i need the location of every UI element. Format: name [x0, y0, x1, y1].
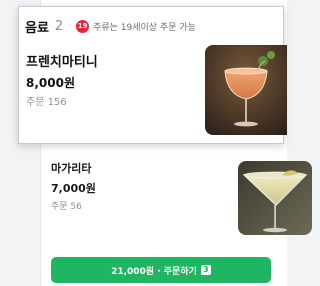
order-count-badge: 3 [200, 265, 211, 275]
french-martini-glass-icon [205, 45, 287, 135]
order-button[interactable]: 21,000원 · 주문하기 3 [51, 257, 271, 283]
item-name: 마가리타 [51, 162, 92, 175]
age-restriction-icon: 19 [76, 19, 90, 33]
category-count: 2 [54, 18, 64, 34]
margarita-glass-icon [238, 161, 312, 235]
order-button-label: 21,000원 · 주문하기 [111, 266, 197, 277]
french-martini-photo[interactable] [205, 45, 287, 135]
category-title: 음료 [25, 20, 49, 36]
separator-dot: · [68, 21, 72, 31]
margarita-photo[interactable] [238, 161, 312, 235]
item-info: 마가리타 7,000원 주문 56 [51, 160, 96, 212]
item-order-count: 주문 56 [51, 202, 82, 212]
item-order-count: 주문 156 [26, 97, 67, 108]
item-price: 8,000원 [26, 76, 75, 90]
zoomed-item-card[interactable]: 음료 2 · 19 주류는 19세이상 주문 가능 프렌치마티니 8,000원 … [18, 6, 287, 144]
item-name: 프렌치마티니 [26, 55, 98, 70]
category-header: 음료 2 · 19 주류는 19세이상 주문 가능 [25, 17, 196, 36]
item-price: 7,000원 [51, 182, 96, 195]
age-restriction-note: 주류는 19세이상 주문 가능 [93, 22, 196, 33]
